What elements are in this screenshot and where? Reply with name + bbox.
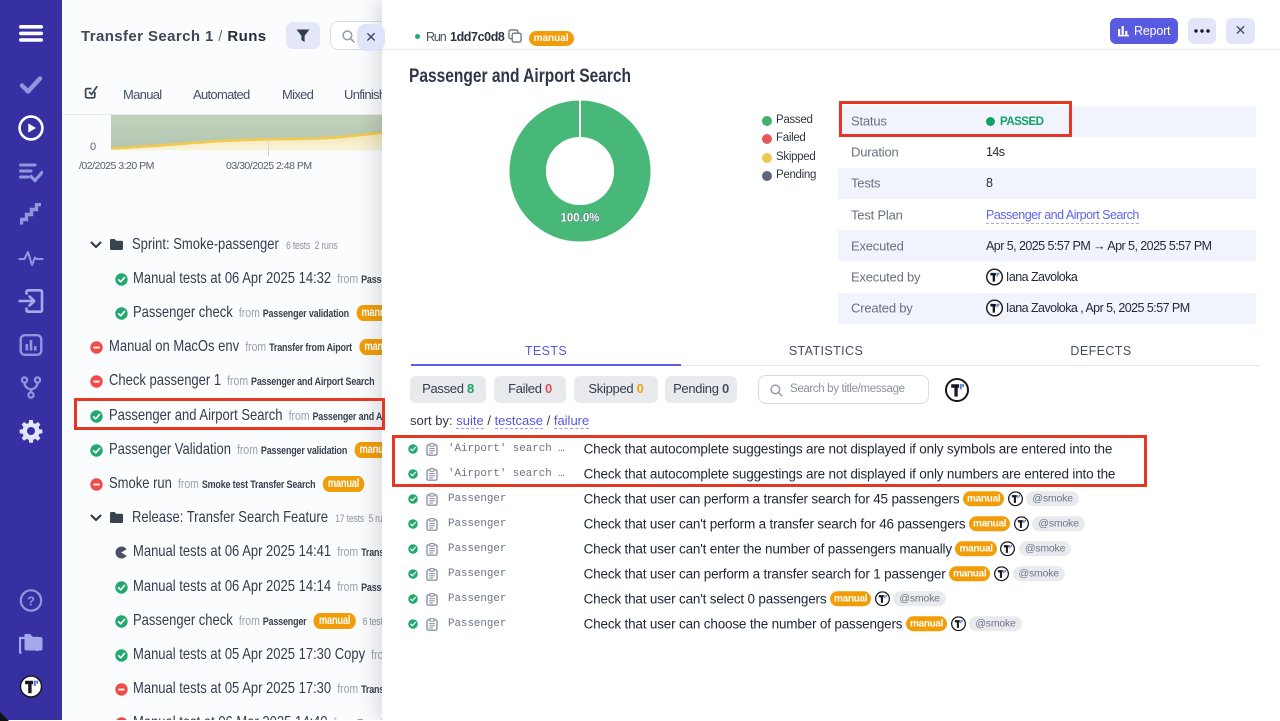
svg-text:?: ? bbox=[27, 593, 35, 608]
svg-text:100.0%: 100.0% bbox=[560, 213, 599, 225]
